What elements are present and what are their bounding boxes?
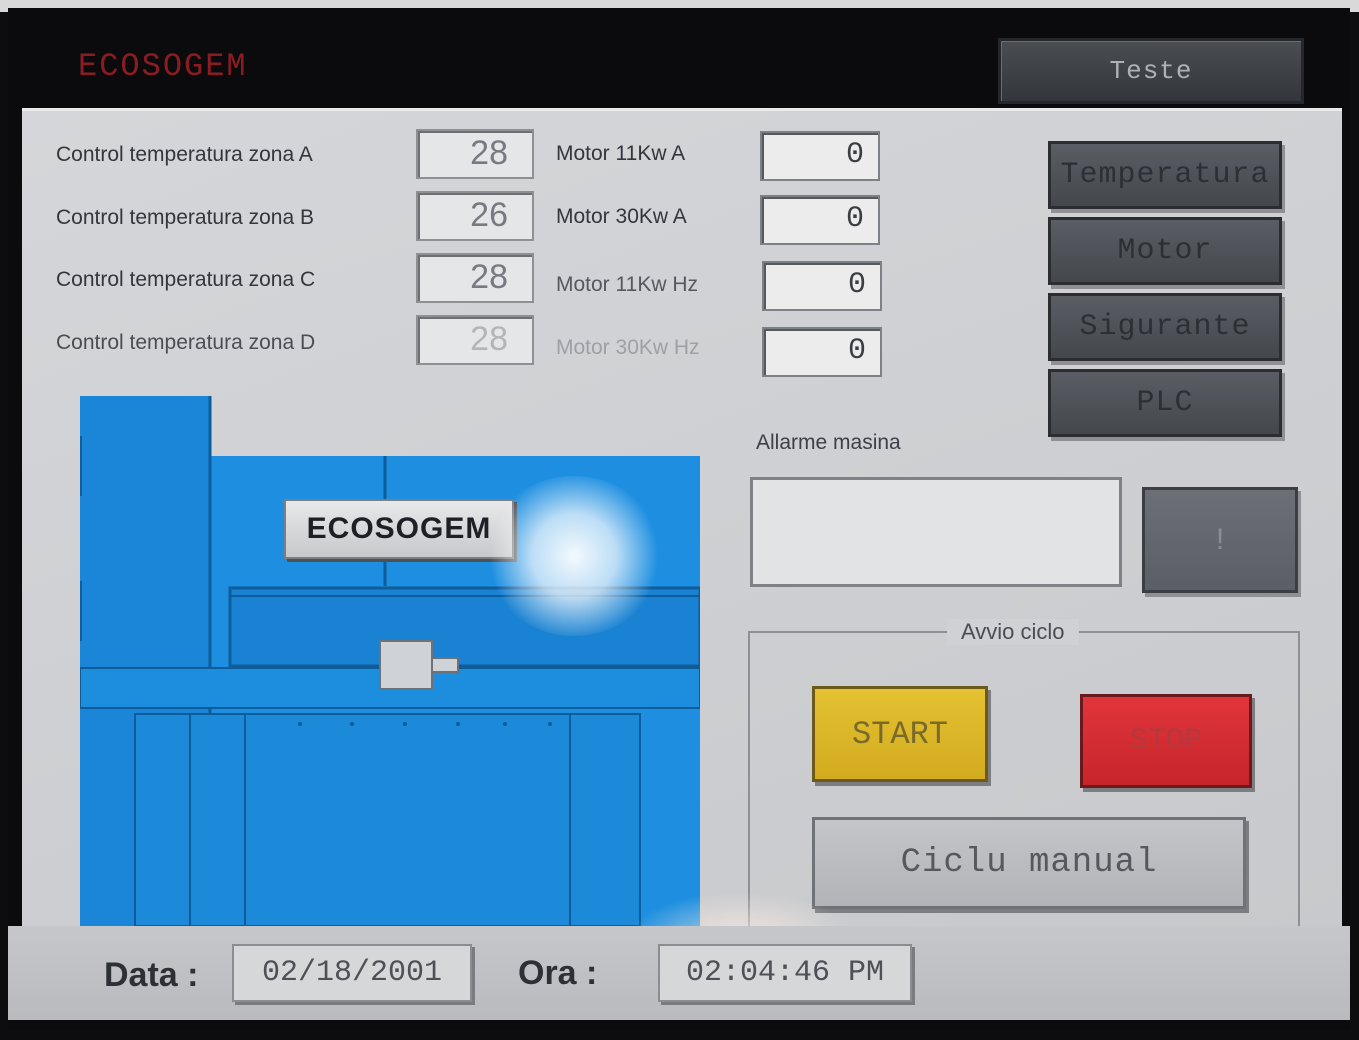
test-button[interactable]: Teste xyxy=(998,38,1304,104)
manual-cycle-button[interactable]: Ciclu manual xyxy=(812,817,1246,909)
status-footer: Data : 02/18/2001 Ora : 02:04:46 PM xyxy=(8,926,1350,1020)
temp-zone-d-value[interactable]: 28 xyxy=(416,315,534,365)
alarm-label: Allarme masina xyxy=(756,431,901,454)
motor-30kw-a-label: Motor 30Kw A xyxy=(556,205,687,228)
cycle-title: Avvio ciclo xyxy=(947,619,1079,645)
plc-button[interactable]: PLC xyxy=(1048,369,1282,437)
temp-zone-d-label: Control temperatura zona D xyxy=(56,331,316,354)
motor-11kw-hz-value[interactable]: 0 xyxy=(762,261,882,311)
temp-zone-a-value[interactable]: 28 xyxy=(416,129,534,179)
motor-button[interactable]: Motor xyxy=(1048,217,1282,285)
time-label: Ora : xyxy=(518,954,598,992)
motor-11kw-a-label: Motor 11Kw A xyxy=(556,142,686,165)
start-button[interactable]: START xyxy=(812,686,988,782)
motor-30kw-hz-value[interactable]: 0 xyxy=(762,327,882,377)
temp-zone-c-label: Control temperatura zona C xyxy=(56,268,316,291)
sigurante-button[interactable]: Sigurante xyxy=(1048,293,1282,361)
date-display: 02/18/2001 xyxy=(232,944,472,1002)
motor-30kw-hz-label: Motor 30Kw Hz xyxy=(556,336,700,359)
machine-illustration xyxy=(80,396,700,936)
machine-logo: ECOSOGEM xyxy=(284,499,514,559)
alarm-display xyxy=(750,477,1122,587)
date-label: Data : xyxy=(104,956,199,994)
temp-zone-b-value[interactable]: 26 xyxy=(416,191,534,241)
motor-11kw-hz-label: Motor 11Kw Hz xyxy=(556,273,698,296)
brand-logo: ECOSOGEM xyxy=(78,48,248,85)
hmi-screen: ECOSOGEM Teste Control temperatura zona … xyxy=(8,8,1350,1030)
alarm-button[interactable]: ! xyxy=(1142,487,1298,593)
motor-11kw-a-value[interactable]: 0 xyxy=(760,131,880,181)
main-panel: Control temperatura zona A Control tempe… xyxy=(22,108,1342,1001)
temp-zone-a-label: Control temperatura zona A xyxy=(56,143,313,166)
motor-30kw-a-value[interactable]: 0 xyxy=(760,195,880,245)
temp-zone-b-label: Control temperatura zona B xyxy=(56,206,314,229)
time-display: 02:04:46 PM xyxy=(658,944,912,1002)
temperatura-button[interactable]: Temperatura xyxy=(1048,141,1282,209)
temp-zone-c-value[interactable]: 28 xyxy=(416,253,534,303)
stop-button[interactable]: STOP xyxy=(1080,694,1252,788)
